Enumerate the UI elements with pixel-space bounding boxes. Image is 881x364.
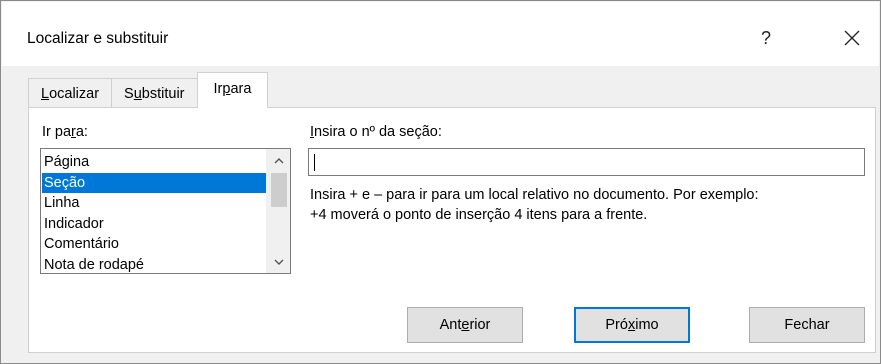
dialog-body: Localizar Su bstituir Ir p ara Ir para: Pá… — [2, 66, 879, 362]
tab-goto-label-pre: Ir — [213, 80, 223, 97]
tab-find[interactable]: Localizar — [28, 78, 113, 108]
next-button[interactable]: Pró x imo — [574, 307, 690, 343]
tab-find-accel: L — [41, 85, 50, 102]
previous-label-pre: Ant — [439, 317, 462, 333]
next-label-post: imo — [635, 317, 659, 333]
tab-replace-label-pre: S — [124, 85, 134, 102]
close-dialog-button[interactable]: Fechar — [749, 307, 865, 343]
section-number-input[interactable] — [308, 148, 865, 176]
dialog-title: Localizar e substituir — [27, 30, 169, 47]
list-item-line[interactable]: Linha — [42, 193, 267, 214]
goto-list: Página Seção Linha Indicador Comentário … — [42, 152, 267, 274]
close-icon — [844, 30, 860, 46]
tab-goto-accel: p — [222, 80, 231, 97]
find-replace-dialog: Localizar e substituir ? Localizar Su bst… — [0, 0, 881, 364]
help-icon: ? — [760, 27, 771, 48]
chevron-up-icon — [274, 157, 284, 163]
previous-button[interactable]: Ant e rior — [407, 307, 523, 343]
list-item-comment[interactable]: Comentário — [42, 234, 267, 255]
section-number-label: Insira o nº da seção: — [310, 124, 442, 140]
tab-strip: Localizar Su bstituir Ir p ara — [28, 72, 269, 108]
tab-goto[interactable]: Ir p ara — [196, 72, 269, 108]
goto-what-label: Ir para: — [42, 124, 88, 140]
next-accel: x — [627, 317, 636, 333]
goto-label-post: a: — [75, 124, 88, 140]
tab-replace[interactable]: Su bstituir — [111, 78, 198, 108]
goto-what-listbox[interactable]: Página Seção Linha Indicador Comentário … — [40, 148, 291, 274]
chevron-down-icon — [274, 259, 284, 265]
relative-hint: Insira + e – para ir para um local relat… — [310, 185, 870, 225]
tab-replace-label-post: bstituir — [141, 85, 185, 102]
list-item-section[interactable]: Seção — [42, 172, 267, 193]
list-scrollbar[interactable] — [266, 149, 290, 273]
help-button[interactable]: ? — [742, 16, 790, 60]
list-item-bookmark[interactable]: Indicador — [42, 214, 267, 235]
scroll-thumb[interactable] — [271, 173, 287, 207]
goto-label-pre: Ir pa — [42, 124, 72, 140]
close-button[interactable] — [828, 16, 876, 60]
previous-accel: e — [461, 317, 470, 333]
close-button-label: Fechar — [784, 317, 830, 333]
tab-replace-accel: u — [133, 85, 142, 102]
list-item-footnote[interactable]: Nota de rodapé — [42, 255, 267, 274]
section-label-post: nsira o nº da seção: — [314, 124, 442, 140]
previous-label-post: rior — [469, 317, 491, 333]
tab-find-label-post: ocalizar — [49, 85, 100, 102]
next-label-pre: Pró — [605, 317, 628, 333]
hint-line-2: +4 moverá o ponto de inserção 4 itens pa… — [310, 207, 648, 223]
scroll-down-button[interactable] — [267, 251, 290, 273]
text-caret — [314, 154, 315, 171]
title-bar: Localizar e substituir ? — [2, 2, 879, 66]
list-item-page[interactable]: Página — [42, 152, 267, 173]
scroll-up-button[interactable] — [267, 149, 290, 171]
tab-goto-label-post: ara — [230, 80, 252, 97]
hint-line-1: Insira + e – para ir para um local relat… — [310, 187, 759, 203]
